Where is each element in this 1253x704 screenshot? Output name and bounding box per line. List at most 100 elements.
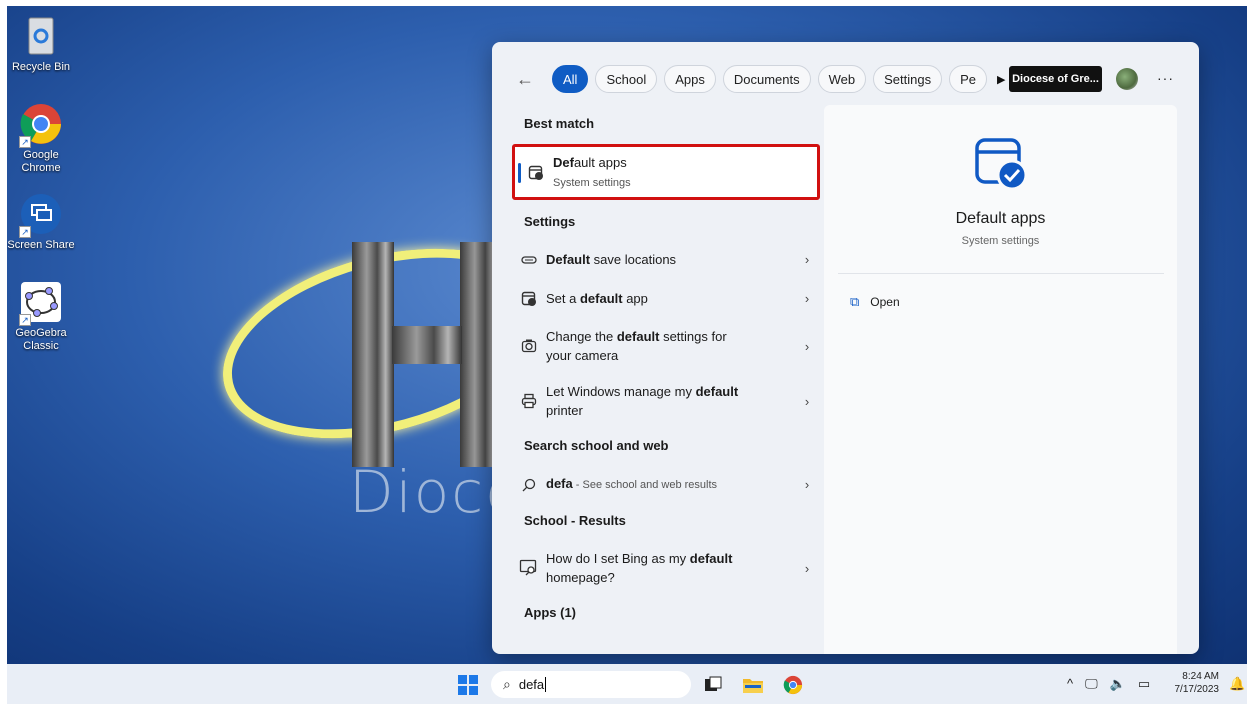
open-external-icon: ⧉ [850, 294, 860, 309]
school-result-item[interactable]: How do I set Bing as my default homepage?… [512, 549, 822, 587]
settings-item-set-default-app[interactable]: Set a default app › [512, 289, 822, 308]
printer-icon [512, 393, 546, 409]
tab-documents[interactable]: Documents [722, 65, 811, 93]
label-bold: default [695, 384, 739, 399]
back-arrow-icon[interactable]: ← [516, 69, 538, 90]
volume-icon[interactable]: 🔈 [1110, 676, 1126, 692]
school-result-icon [512, 559, 546, 577]
default-apps-large-icon [974, 137, 1028, 191]
geogebra-icon: ↗ [19, 280, 63, 326]
file-explorer-icon[interactable] [742, 675, 763, 695]
section-school-results: School - Results [524, 513, 626, 528]
screen-share-icon: ↗ [19, 192, 63, 238]
desktop-icon-label-line1: Google [23, 149, 59, 161]
settings-item-label: Default save locations [546, 250, 792, 269]
label-pre: Set a [546, 291, 580, 306]
system-tray: ^ 🖵 🔈 ▭ [1067, 676, 1150, 692]
tab-school[interactable]: School [595, 65, 658, 93]
default-app-icon [512, 291, 546, 307]
settings-item-camera[interactable]: Change the default settings for your came… [512, 327, 822, 365]
search-icon: ⌕ [503, 676, 511, 692]
open-label: Open [870, 295, 900, 309]
chevron-up-icon[interactable]: ^ [1067, 676, 1073, 692]
settings-item-label: Change the default settings for your came… [546, 327, 792, 365]
label-line2: your camera [546, 348, 619, 363]
tab-settings[interactable]: Settings [873, 65, 943, 93]
section-search-web: Search school and web [524, 438, 669, 453]
label-pre: Change the [546, 329, 617, 344]
chevron-right-icon: › [804, 560, 810, 576]
desktop-icon-label-line2: Classic [23, 340, 59, 352]
label-post: app [622, 291, 648, 306]
label-line2: printer [546, 403, 583, 418]
clock-date: 7/17/2023 [1174, 684, 1220, 695]
shortcut-arrow-icon: ↗ [19, 314, 31, 326]
label-bold: default [616, 329, 660, 344]
more-options-icon[interactable]: ··· [1157, 70, 1174, 86]
settings-item-printer[interactable]: Let Windows manage my default printer › [512, 382, 822, 420]
desktop-icon-label-line1: GeoGebra [15, 327, 67, 339]
label-bold: Default [546, 252, 591, 267]
settings-item-label: Let Windows manage my default printer [546, 382, 792, 420]
taskbar-search-input[interactable]: ⌕ defa [491, 671, 691, 698]
more-tabs-arrow-icon[interactable]: ▶ [997, 73, 1005, 86]
desktop-icon-screen-share[interactable]: ↗ Screen Share [7, 192, 77, 252]
chevron-right-icon: › [804, 291, 810, 306]
best-match-title-bold: Def [553, 155, 574, 170]
web-search-query: defa [546, 476, 573, 491]
chevron-right-icon: › [804, 393, 810, 409]
best-match-text: Default apps System settings [553, 153, 815, 193]
best-match-subtitle: System settings [553, 177, 631, 189]
tab-all[interactable]: All [552, 65, 589, 93]
open-action[interactable]: ⧉ Open [850, 294, 900, 310]
best-match-row: Default apps System settings [515, 153, 815, 193]
best-match-item[interactable]: Default apps System settings [512, 144, 820, 200]
tab-web[interactable]: Web [817, 65, 867, 93]
settings-item-save-locations[interactable]: Default save locations › [512, 250, 822, 269]
desktop-icon-label: Screen Share [7, 239, 75, 251]
preview-pane: Default apps System settings ⧉ Open [824, 105, 1177, 654]
drive-icon [512, 255, 546, 265]
chevron-right-icon: › [804, 338, 810, 354]
desktop-icon-recycle-bin[interactable]: Recycle Bin [7, 14, 77, 74]
label-pre: Let Windows manage my [546, 384, 696, 399]
notification-icon[interactable]: 🔔 [1229, 676, 1245, 692]
school-result-label: How do I set Bing as my default homepage? [546, 549, 792, 587]
chrome-taskbar-icon[interactable] [783, 675, 803, 695]
desktop-icon-label-line2: Chrome [21, 162, 61, 174]
best-match-title-rest: ault apps [573, 155, 627, 170]
label-post: save locations [590, 252, 677, 267]
tab-apps[interactable]: Apps [664, 65, 716, 93]
search-panel: ← All School Apps Documents Web Settings… [492, 42, 1199, 654]
label-bold: default [689, 551, 733, 566]
web-search-item[interactable]: defa - See school and web results › [512, 474, 822, 495]
web-search-suffix: - See school and web results [572, 479, 718, 491]
search-filter-tabs: ← All School Apps Documents Web Settings… [516, 64, 1019, 94]
clock[interactable]: 8:24 AM 7/17/2023 [1167, 670, 1220, 696]
desktop-icon-label: Recycle Bin [11, 61, 71, 73]
wallpaper-logo [352, 242, 502, 467]
shortcut-arrow-icon: ↗ [19, 226, 31, 238]
taskbar: ⌕ defa ^ 🖵 🔈 ▭ 8:24 AM 7/17/2023 🔔 [7, 664, 1247, 704]
chevron-right-icon: › [804, 252, 810, 267]
chrome-icon: ↗ [19, 102, 63, 148]
label-line2: homepage? [546, 570, 615, 585]
label-post: settings for [659, 329, 727, 344]
task-view-icon[interactable] [703, 675, 723, 695]
start-button-icon[interactable] [458, 675, 478, 695]
label-bold: default [579, 291, 623, 306]
camera-icon [512, 338, 546, 354]
search-icon [512, 478, 546, 492]
shortcut-arrow-icon: ↗ [19, 136, 31, 148]
divider [838, 273, 1164, 274]
avatar[interactable] [1116, 68, 1138, 90]
organization-badge[interactable]: Diocese of Gre... [1009, 66, 1102, 92]
clock-time: 8:24 AM [1182, 671, 1219, 682]
battery-icon[interactable]: ▭ [1138, 676, 1150, 692]
section-settings: Settings [524, 214, 576, 229]
network-icon[interactable]: 🖵 [1085, 676, 1098, 692]
desktop-icon-chrome[interactable]: ↗ Google Chrome [7, 102, 77, 175]
chevron-right-icon: › [804, 477, 810, 492]
tab-people[interactable]: Pe [949, 65, 987, 93]
desktop-icon-geogebra[interactable]: ↗ GeoGebra Classic [7, 280, 77, 353]
